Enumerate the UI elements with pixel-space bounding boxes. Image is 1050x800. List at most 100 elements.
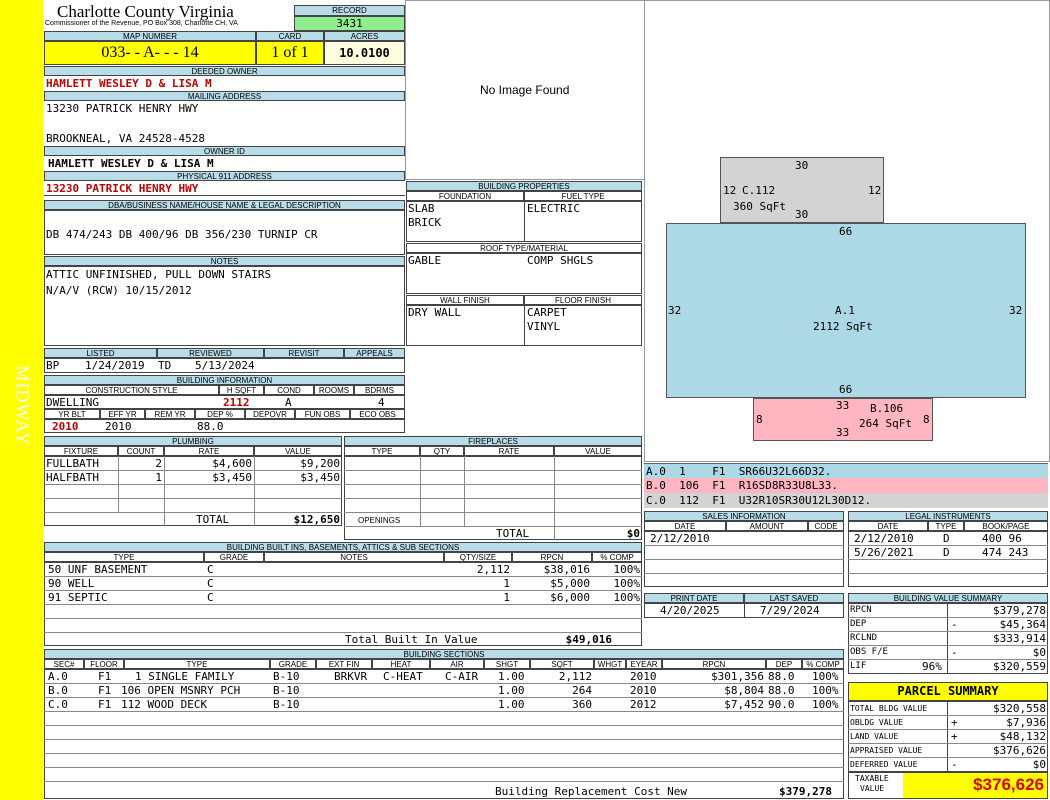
extfin-h: EXT FIN — [316, 659, 372, 669]
reviewed-label: REVIEWED — [157, 348, 264, 358]
heat-h: HEAT — [372, 659, 430, 669]
floor-finish-1: CARPET — [527, 306, 567, 319]
parcel-bldg: $320,558 — [993, 702, 1046, 715]
listed-code: BP — [46, 359, 60, 372]
appeals-label: APPEALS — [344, 348, 405, 358]
sketch-c-area: 360 SqFt — [733, 200, 786, 213]
bvs-rpcn-label: RPCN — [850, 605, 872, 615]
sketch-code-a: A.0 1 F1 SR66U32L66D32. — [644, 463, 1048, 478]
bdrms-label: BDRMS — [354, 385, 405, 395]
card-value: 1 of 1 — [256, 41, 324, 65]
funobs-label: FUN OBS — [295, 409, 350, 419]
sketch-a-label: A.1 — [835, 304, 855, 317]
dep-pct: 88.0 — [197, 420, 224, 433]
bvs-dep: $45,364 — [999, 618, 1046, 631]
bi-grade: C — [207, 577, 214, 590]
dep-label: DEP % — [195, 409, 245, 419]
hsqft-label: H SQFT — [219, 385, 264, 395]
hsqft: 2112 — [223, 396, 250, 409]
sketch-dim: 32 — [668, 304, 682, 317]
sec-grade: B-10 — [273, 670, 300, 683]
sec-sqft: 360 — [572, 698, 592, 711]
county-title: Charlotte County Virginia — [57, 2, 234, 21]
fireplaces-label: FIREPLACES — [344, 436, 642, 446]
taxable-label-2: VALUE — [860, 784, 885, 793]
sec-rpcn: $301,356 — [711, 670, 764, 683]
mailing-label: MAILING ADDRESS — [44, 91, 405, 101]
foundation-1: SLAB — [408, 202, 435, 215]
bi-comp: 100% — [613, 577, 641, 590]
sec-heat: C-HEAT — [383, 670, 423, 683]
physical-address-label: PHYSICAL 911 ADDRESS — [44, 171, 405, 181]
reviewed-code: TD — [158, 359, 172, 372]
legal-book-h: BOOK/PAGE — [964, 521, 1048, 531]
bi-qty: 2,112 — [476, 563, 510, 576]
deeded-owner: HAMLETT WESLEY D & LISA M — [46, 77, 212, 90]
parcel-bldg-label: TOTAL BLDG VALUE — [850, 704, 928, 713]
legal-date: 2/12/2010 — [854, 532, 914, 545]
plumb-fixture: HALFBATH — [46, 471, 99, 484]
bi-rpcn-h: RPCN — [512, 552, 592, 562]
type-h: TYPE — [124, 659, 270, 669]
sketch-dim: 66 — [839, 383, 853, 396]
owner-id-label: OWNER ID — [44, 146, 405, 156]
sec-comp: 100% — [812, 670, 839, 683]
last-saved-label: LAST SAVED — [744, 593, 844, 603]
bvs-lif: $320,559 — [993, 660, 1046, 673]
bvs-obs-label: OBS F/E — [850, 647, 888, 657]
bi-qty: 1 — [503, 577, 510, 590]
bi-type-h: TYPE — [44, 552, 204, 562]
sec-type: 106 OPEN MSNRY PCH — [121, 684, 241, 697]
air-h: AIR — [430, 659, 484, 669]
reviewed-date: 5/13/2024 — [195, 359, 255, 372]
parcel-deferred: $0 — [1032, 758, 1046, 771]
sales-code-h: CODE — [808, 521, 844, 531]
sketch-dim: 30 — [795, 159, 809, 172]
map-number-label: MAP NUMBER — [44, 31, 256, 41]
sec-shgt: 1.00 — [498, 670, 525, 683]
sec-extfin: BRKVR — [334, 670, 368, 683]
bvs-rclnd-label: RCLND — [850, 633, 878, 643]
yrblt: 2010 — [52, 420, 79, 433]
last-saved: 7/29/2024 — [760, 604, 820, 617]
sec-shgt: 1.00 — [498, 684, 525, 697]
sketch-code-text: B.0 106 F1 R16SD8R33U8L33. — [646, 479, 839, 492]
sec-sqft: 264 — [572, 684, 592, 697]
foundation-label: FOUNDATION — [406, 191, 524, 201]
legal-desc-label: DBA/BUSINESS NAME/HOUSE NAME & LEGAL DES… — [44, 200, 405, 210]
bi-notes-h: NOTES — [264, 552, 444, 562]
bi-type: 91 SEPTIC — [48, 591, 108, 604]
plumb-fixture-h: FIXTURE — [44, 446, 118, 456]
bvs-lif-pct: 96% — [922, 660, 942, 673]
wall-label: WALL FINISH — [406, 295, 524, 305]
parcel-deferred-label: DEFERRED VALUE — [850, 760, 918, 769]
effyr-label: EFF YR — [100, 409, 145, 419]
sec-comp: 100% — [812, 684, 839, 697]
bvs-obs: $0 — [1032, 646, 1046, 659]
shgt-h: SHGT — [484, 659, 530, 669]
legal-date-h: DATE — [848, 521, 928, 531]
sec-floor: F1 — [98, 684, 112, 697]
parcel-obldg: $7,936 — [1006, 716, 1046, 729]
bi-rpcn: $38,016 — [543, 563, 590, 576]
bi-grade: C — [207, 563, 214, 576]
listed-label: LISTED — [44, 348, 157, 358]
plumb-fixture: FULLBATH — [46, 457, 99, 470]
fuel-label: FUEL TYPE — [524, 191, 642, 201]
building-info-label: BUILDING INFORMATION — [44, 375, 405, 385]
sketch-code-text: A.0 1 F1 SR66U32L66D32. — [646, 465, 832, 478]
construction-style: DWELLING — [46, 396, 99, 409]
acres-value: 10.0100 — [324, 41, 405, 65]
sketch-a-area: 2112 SqFt — [813, 320, 873, 333]
sketch-b-label: B.106 — [870, 402, 904, 415]
parcel-appraised: $376,626 — [993, 744, 1046, 757]
bi-comp: 100% — [613, 563, 641, 576]
fp-value-h: VALUE — [554, 446, 642, 456]
bi-grade-h: GRADE — [204, 552, 264, 562]
bvs-dep-label: DEP — [850, 619, 867, 629]
replacement-cost: $379,278 — [779, 785, 832, 798]
yrblt-label: YR BLT — [44, 409, 100, 419]
sketch-dim: 8 — [923, 413, 930, 426]
acres-label: ACRES — [324, 31, 405, 41]
sales-date-h: DATE — [644, 521, 726, 531]
